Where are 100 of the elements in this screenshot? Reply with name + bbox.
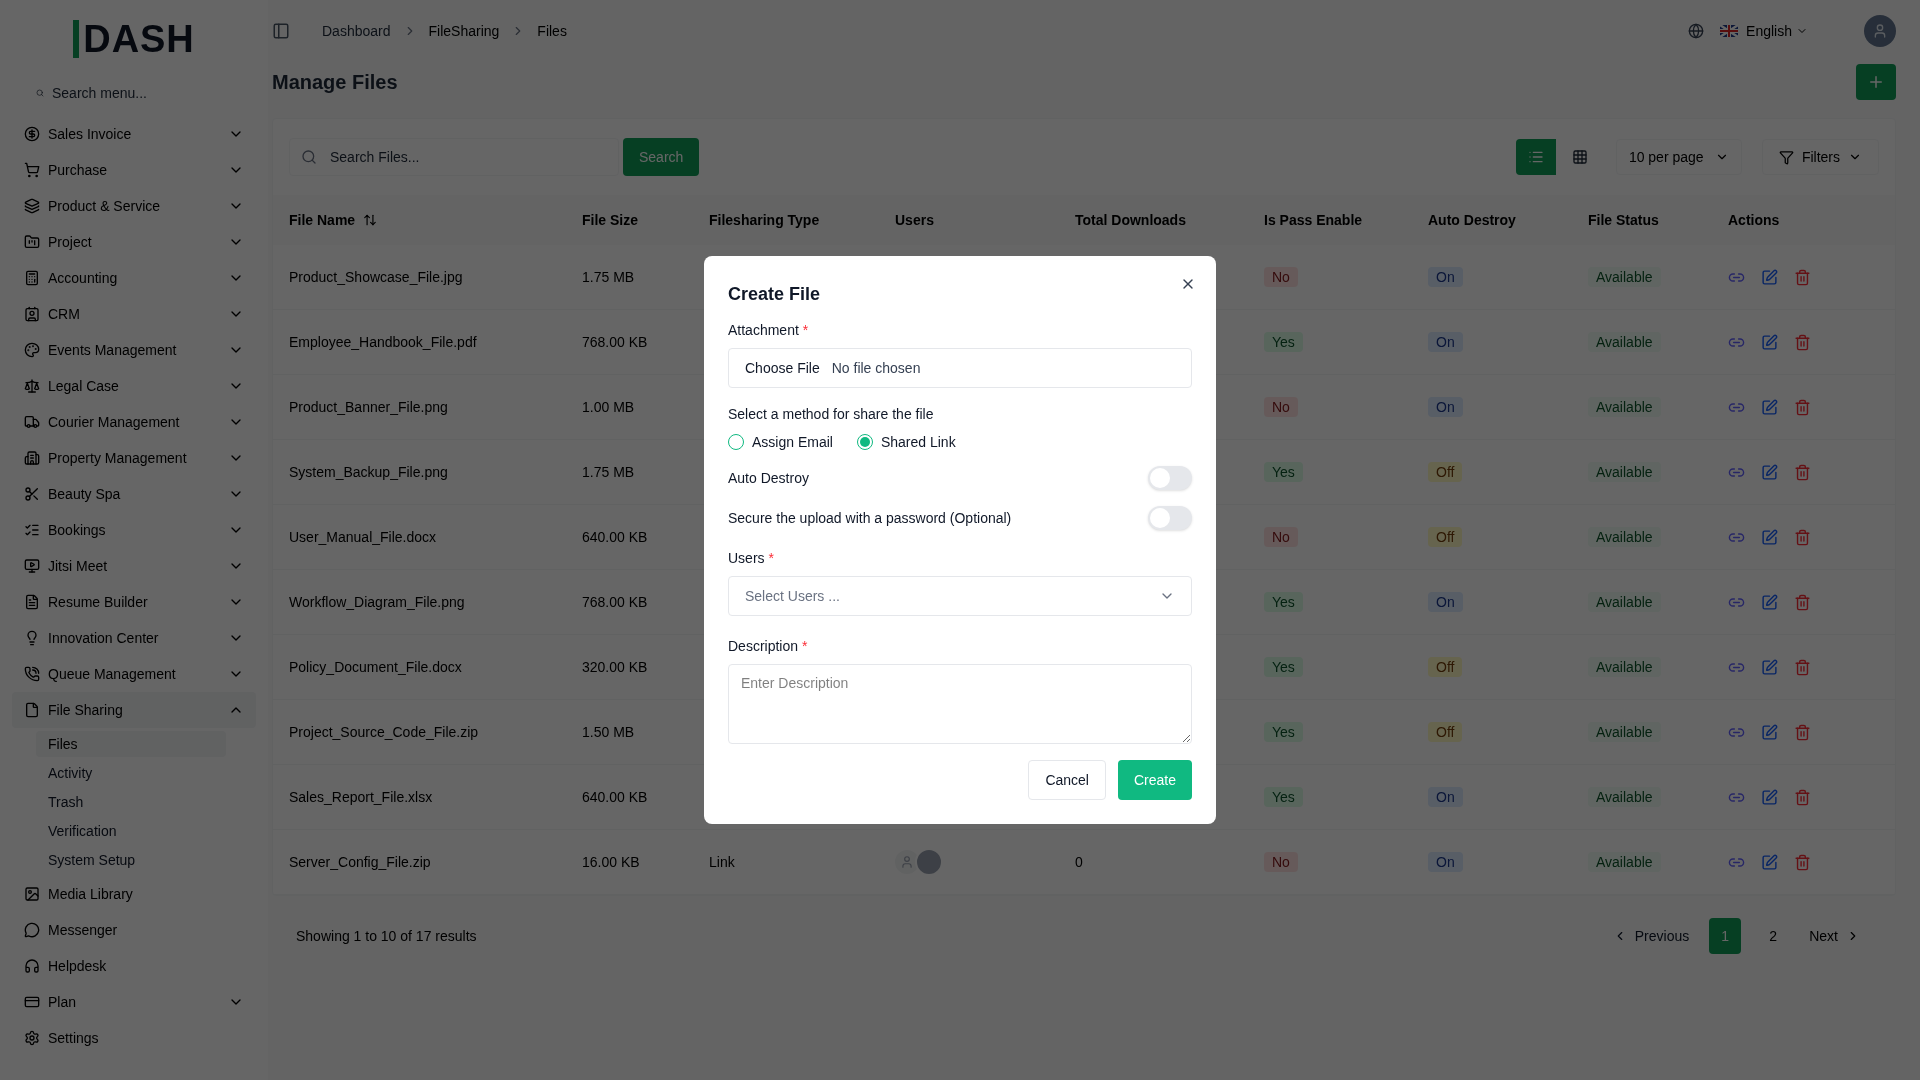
radio-label[interactable]: Assign Email: [752, 432, 833, 452]
sidebar-item[interactable]: CRM: [12, 296, 256, 332]
breadcrumb-link[interactable]: Files: [537, 21, 567, 41]
sidebar-item[interactable]: Courier Management: [12, 404, 256, 440]
sidebar-item[interactable]: Plan: [12, 984, 256, 1020]
sidebar-item[interactable]: Bookings: [12, 512, 256, 548]
sidebar-item[interactable]: Purchase: [12, 152, 256, 188]
status-badge: Yes: [1264, 332, 1303, 352]
column-header[interactable]: File Name: [289, 210, 356, 230]
table-cell-text: Project_Source_Code_File.zip: [289, 723, 480, 742]
edit-icon[interactable]: [1761, 398, 1778, 416]
previous-button[interactable]: Previous: [1600, 926, 1702, 946]
sidebar-item[interactable]: Property Management: [12, 440, 256, 476]
search-button[interactable]: Search: [623, 138, 700, 176]
flag-icon: [1720, 25, 1739, 37]
status-badge: Available: [1588, 527, 1661, 547]
sidebar-subitem[interactable]: Files: [36, 731, 226, 757]
next-button[interactable]: Next: [1797, 926, 1872, 946]
sidebar-subitem[interactable]: Verification: [36, 818, 226, 844]
create-button[interactable]: Create: [1117, 760, 1192, 800]
edit-icon[interactable]: [1761, 853, 1778, 871]
delete-icon[interactable]: [1794, 853, 1811, 871]
table-cell-text: 640.00 KB: [582, 788, 649, 807]
toggle-label: Auto Destroy: [728, 469, 809, 488]
radio-label[interactable]: Shared Link: [880, 432, 956, 452]
scissors-icon: [24, 486, 40, 502]
globe-icon: [1688, 23, 1705, 39]
sidebar-item[interactable]: Beauty Spa: [12, 476, 256, 512]
status-badge: On: [1428, 397, 1463, 417]
file-search-field[interactable]: Search Files...: [289, 138, 619, 176]
sidebar-item[interactable]: Media Library: [12, 876, 256, 912]
delete-icon[interactable]: [1794, 528, 1811, 546]
status-badge: Available: [1588, 787, 1661, 807]
sidebar-subitem[interactable]: Activity: [36, 760, 226, 786]
dollar-icon: [24, 126, 40, 142]
breadcrumb-link[interactable]: Dashboard: [322, 21, 391, 41]
add-button[interactable]: [1856, 64, 1896, 100]
sidebar-item[interactable]: Messenger: [12, 912, 256, 948]
toggle-switch[interactable]: [1148, 506, 1192, 530]
sidebar-item[interactable]: Events Management: [12, 332, 256, 368]
sidebar-item[interactable]: Project: [12, 224, 256, 260]
sidebar-item[interactable]: Queue Management: [12, 656, 256, 692]
users-select[interactable]: Select Users ...: [728, 576, 1192, 616]
edit-icon[interactable]: [1761, 333, 1778, 351]
table-cell-text: Workflow_Diagram_File.png: [289, 593, 466, 612]
list-view-button[interactable]: [1515, 139, 1556, 175]
building-icon: [24, 450, 40, 466]
delete-icon[interactable]: [1794, 398, 1811, 416]
page-button[interactable]: 2: [1757, 918, 1790, 954]
sidebar-item[interactable]: Settings: [12, 1020, 256, 1056]
monitor-icon: [24, 558, 40, 574]
edit-icon[interactable]: [1761, 463, 1778, 481]
table-cell-text: 1.75 MB: [582, 268, 636, 287]
delete-icon[interactable]: [1794, 463, 1811, 481]
edit-icon[interactable]: [1761, 723, 1778, 741]
column-header: Actions: [1728, 211, 1780, 230]
table-cell-text: Product_Banner_File.png: [289, 398, 449, 417]
sort-icon[interactable]: [363, 213, 378, 227]
delete-icon[interactable]: [1794, 788, 1811, 806]
sidebar-item[interactable]: Legal Case: [12, 368, 256, 404]
status-badge: Available: [1588, 462, 1661, 482]
edit-icon[interactable]: [1761, 593, 1778, 611]
table-cell-text: Policy_Document_File.docx: [289, 658, 463, 677]
sidebar-item[interactable]: File Sharing: [12, 692, 256, 728]
delete-icon[interactable]: [1794, 723, 1811, 741]
filters-button[interactable]: Filters: [1761, 139, 1879, 175]
edit-icon[interactable]: [1761, 528, 1778, 546]
edit-icon[interactable]: [1761, 658, 1778, 676]
cancel-button[interactable]: Cancel: [1028, 760, 1106, 800]
sidebar-subitem[interactable]: System Setup: [36, 847, 226, 873]
sidebar-item[interactable]: Sales Invoice: [12, 116, 256, 152]
description-field[interactable]: Enter Description: [728, 664, 1192, 744]
edit-icon[interactable]: [1761, 268, 1778, 286]
delete-icon[interactable]: [1794, 268, 1811, 286]
language-selector[interactable]: English: [1746, 21, 1808, 41]
breadcrumb-link[interactable]: FileSharing: [428, 21, 500, 41]
delete-icon[interactable]: [1794, 658, 1811, 676]
dialog-title: Create File: [728, 283, 821, 306]
delete-icon[interactable]: [1794, 593, 1811, 611]
sidebar-item[interactable]: Product & Service: [12, 188, 256, 224]
avatar[interactable]: [1864, 15, 1896, 47]
calculator-icon: [24, 270, 40, 286]
page-button[interactable]: 1: [1709, 918, 1742, 954]
delete-icon[interactable]: [1794, 333, 1811, 351]
column-header: Users: [895, 211, 934, 230]
sidebar-item[interactable]: Innovation Center: [12, 620, 256, 656]
menu-search-field[interactable]: Search menu...: [52, 83, 232, 103]
toggle-switch[interactable]: [1148, 466, 1192, 490]
table-cell-text: 1.75 MB: [582, 463, 636, 482]
file-input[interactable]: Choose File No file chosen: [728, 348, 1192, 388]
edit-icon[interactable]: [1761, 788, 1778, 806]
sidebar-item[interactable]: Accounting: [12, 260, 256, 296]
sidebar-item[interactable]: Helpdesk: [12, 948, 256, 984]
table-cell-text: 768.00 KB: [582, 333, 649, 352]
per-page-select[interactable]: 10 per page: [1615, 139, 1742, 175]
table-cell-text: 640.00 KB: [582, 528, 649, 547]
sidebar-subitem[interactable]: Trash: [36, 789, 226, 815]
sidebar-item[interactable]: Jitsi Meet: [12, 548, 256, 584]
sidebar-toggle-icon[interactable]: [272, 22, 290, 40]
sidebar-item[interactable]: Resume Builder: [12, 584, 256, 620]
